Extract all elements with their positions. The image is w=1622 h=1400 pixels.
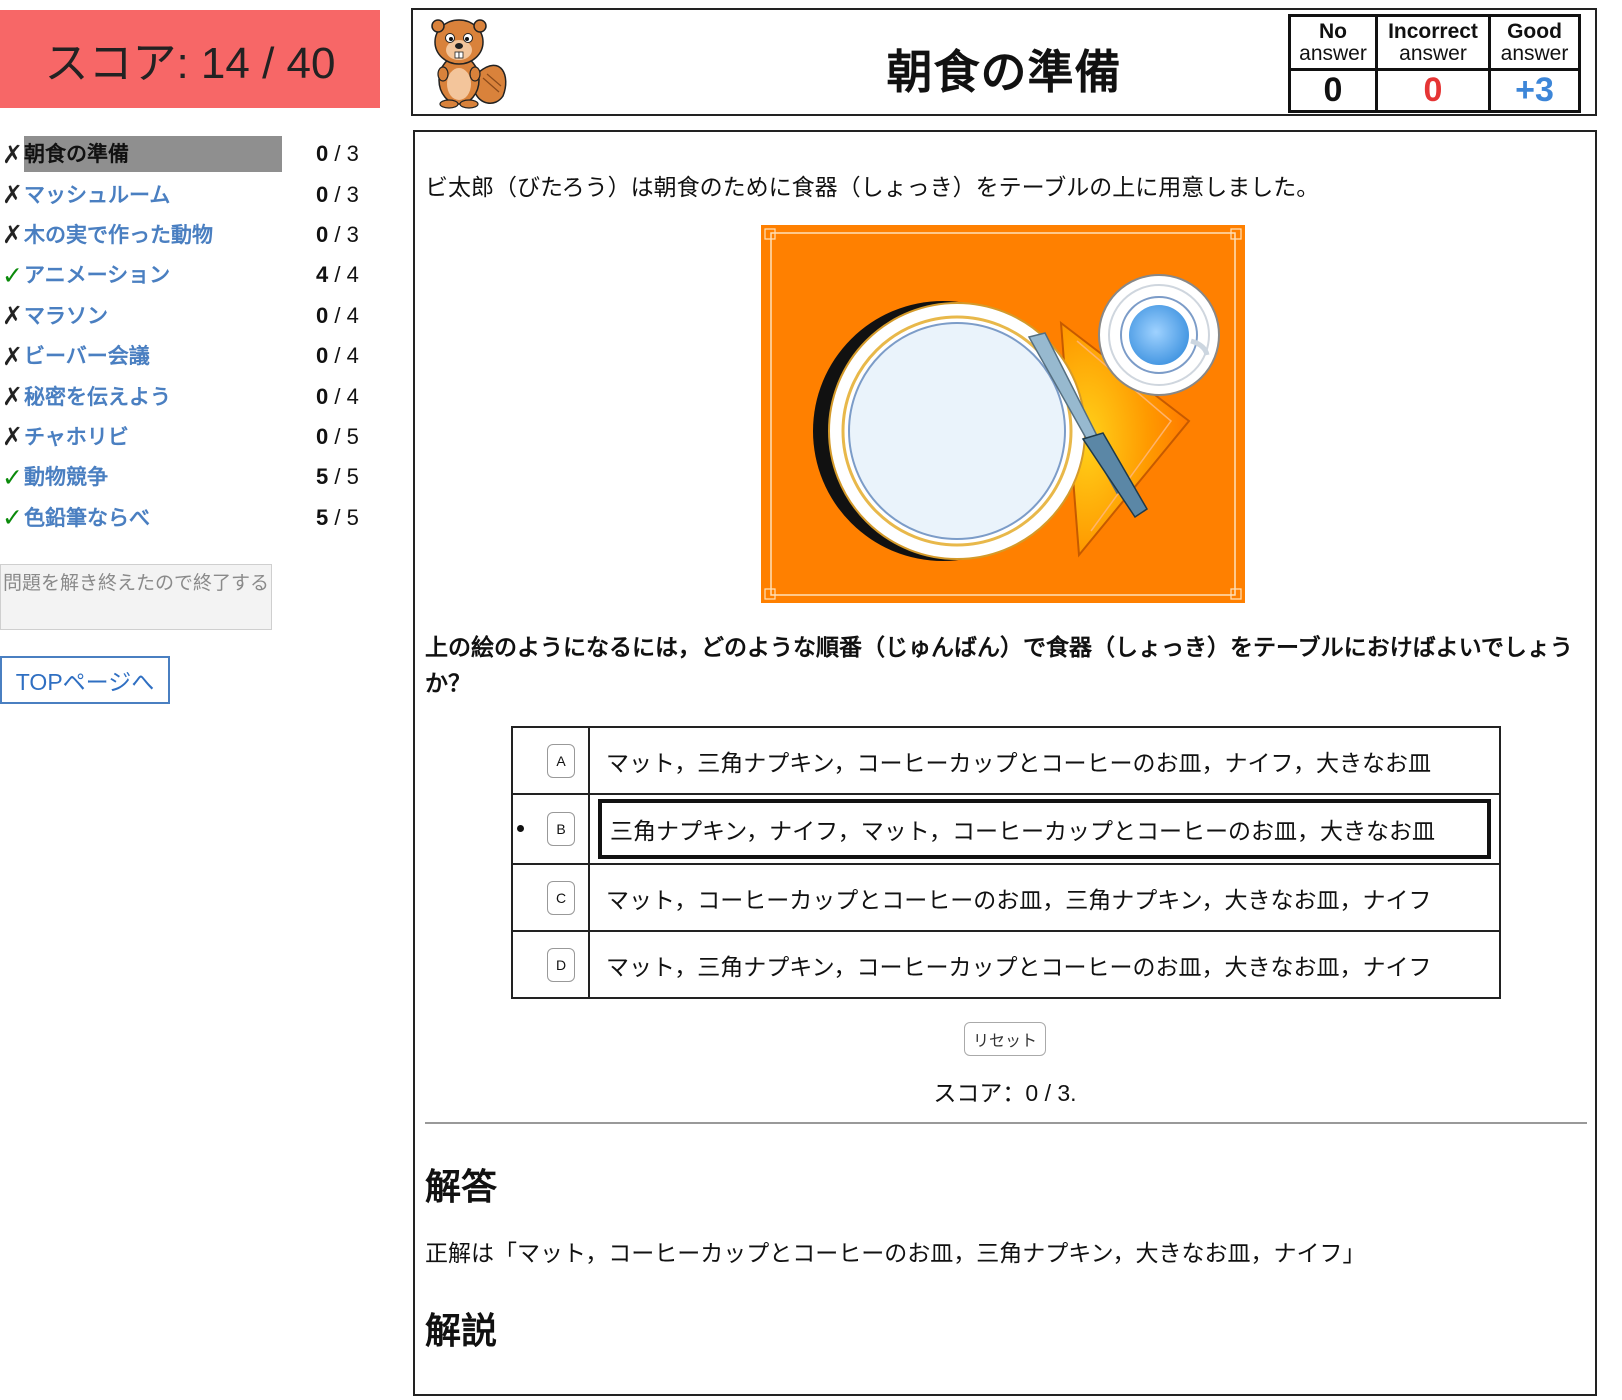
task-score: 0 / 3: [316, 181, 359, 207]
task-name[interactable]: 秘密を伝えよう: [24, 379, 282, 415]
task-score: 0 / 3: [316, 141, 359, 167]
task-name[interactable]: 色鉛筆ならべ: [24, 500, 282, 536]
task-panel: ビ太郎（びたろう）は朝食のために食器（しょっき）をテーブルの上に用意しました。: [413, 130, 1597, 1396]
choice-text-d[interactable]: マット，三角ナプキン，コーヒーカップとコーヒーのお皿，大きなお皿，ナイフ: [588, 930, 1501, 999]
question-text: 上の絵のようになるには，どのような順番（じゅんばん）で食器（しょっき）をテーブル…: [425, 635, 1573, 697]
good-answer-points: +3: [1488, 68, 1581, 113]
task-item-6[interactable]: ✗ ビーバー会議 0 / 4: [0, 336, 380, 376]
total-score-box: スコア: 14 / 40: [0, 10, 380, 108]
total-score-label: スコア: 14 / 40: [44, 39, 336, 88]
task-item-2[interactable]: ✗ マッシュルーム 0 / 3: [0, 174, 380, 214]
answer-heading: 解答: [425, 1167, 498, 1208]
good-answer-header: Good answer: [1488, 14, 1581, 71]
task-name[interactable]: マラソン: [24, 298, 282, 334]
task-item-5[interactable]: ✗ マラソン 0 / 4: [0, 296, 380, 336]
task-list: ✗ 朝食の準備 0 / 3 ✗ マッシュルーム 0 / 3 ✗ 木の実で作った動…: [0, 134, 380, 538]
cross-mark-icon: ✗: [2, 139, 23, 169]
choice-key-a[interactable]: A: [547, 743, 575, 778]
cross-mark-icon: ✗: [2, 382, 23, 412]
task-score: 0 / 3: [316, 221, 359, 247]
task-name[interactable]: ビーバー会議: [24, 338, 282, 374]
task-score: 5 / 5: [316, 464, 359, 490]
task-name[interactable]: マッシュルーム: [24, 177, 282, 213]
task-score-text: スコア：0 / 3.: [933, 1080, 1077, 1106]
task-name[interactable]: 木の実で作った動物: [24, 217, 282, 253]
task-item-10[interactable]: ✓ 色鉛筆ならべ 5 / 5: [0, 498, 380, 538]
finish-button[interactable]: 問題を解き終えたので終了する: [0, 564, 272, 630]
task-item-8[interactable]: ✗ チャホリビ 0 / 5: [0, 417, 380, 457]
no-answer-points: 0: [1288, 68, 1378, 113]
task-item-7[interactable]: ✗ 秘密を伝えよう 0 / 4: [0, 376, 380, 416]
cross-mark-icon: ✗: [2, 301, 23, 331]
choice-text-c[interactable]: マット，コーヒーカップとコーヒーのお皿，三角ナプキン，大きなお皿，ナイフ: [588, 863, 1501, 932]
incorrect-answer-points: 0: [1375, 68, 1491, 113]
task-score: 0 / 4: [316, 343, 359, 369]
section-divider: [425, 1122, 1587, 1124]
choice-text-a[interactable]: マット，三角ナプキン，コーヒーカップとコーヒーのお皿，ナイフ，大きなお皿: [588, 726, 1501, 795]
choice-text-b-selected[interactable]: 三角ナプキン，ナイフ，マット，コーヒーカップとコーヒーのお皿，大きなお皿: [598, 799, 1491, 859]
choice-row-d[interactable]: D マット，三角ナプキン，コーヒーカップとコーヒーのお皿，大きなお皿，ナイフ: [511, 930, 1501, 999]
check-mark-icon: ✓: [2, 503, 23, 533]
choice-key-b[interactable]: B: [547, 812, 575, 846]
task-score: 4 / 4: [316, 262, 359, 288]
top-page-link[interactable]: TOPページへ: [0, 656, 170, 704]
task-item-3[interactable]: ✗ 木の実で作った動物 0 / 3: [0, 215, 380, 255]
task-score: 0 / 5: [316, 423, 359, 449]
task-score: 0 / 4: [316, 302, 359, 328]
task-header: 朝食の準備 No answer Incorrect answer Good answe…: [411, 8, 1597, 116]
choice-row-a[interactable]: A マット，三角ナプキン，コーヒーカップとコーヒーのお皿，ナイフ，大きなお皿: [511, 726, 1501, 795]
task-item-4[interactable]: ✓ アニメーション 4 / 4: [0, 255, 380, 295]
choice-row-b[interactable]: B 三角ナプキン，ナイフ，マット，コーヒーカップとコーヒーのお皿，大きなお皿: [511, 793, 1501, 865]
task-name[interactable]: 朝食の準備: [24, 136, 282, 173]
task-item-9[interactable]: ✓ 動物競争 5 / 5: [0, 457, 380, 497]
task-score: 0 / 4: [316, 383, 359, 409]
task-item-1[interactable]: ✗ 朝食の準備 0 / 3: [0, 134, 380, 174]
check-mark-icon: ✓: [2, 260, 23, 290]
answer-text: 正解は「マット，コーヒーカップとコーヒーのお皿，三角ナプキン，大きなお皿，ナイフ…: [425, 1241, 1366, 1267]
cross-mark-icon: ✗: [2, 180, 23, 210]
explanation-heading: 解説: [425, 1311, 498, 1352]
task-score: 5 / 5: [316, 504, 359, 530]
incorrect-answer-header: Incorrect answer: [1375, 14, 1491, 71]
breakfast-table-illustration: [761, 225, 1245, 603]
scoring-table: No answer Incorrect answer Good answer 0 0 …: [1288, 14, 1581, 113]
choice-key-d[interactable]: D: [547, 947, 575, 982]
selected-bullet-icon: [517, 825, 524, 832]
task-intro: ビ太郎（びたろう）は朝食のために食器（しょっき）をテーブルの上に用意しました。: [425, 175, 1320, 201]
cross-mark-icon: ✗: [2, 422, 23, 452]
no-answer-header: No answer: [1288, 14, 1378, 71]
answer-choices: A マット，三角ナプキン，コーヒーカップとコーヒーのお皿，ナイフ，大きなお皿 B…: [511, 726, 1501, 999]
task-name[interactable]: チャホリビ: [24, 419, 282, 455]
check-mark-icon: ✓: [2, 462, 23, 492]
choice-row-c[interactable]: C マット，コーヒーカップとコーヒーのお皿，三角ナプキン，大きなお皿，ナイフ: [511, 863, 1501, 932]
choice-key-c[interactable]: C: [547, 880, 575, 915]
cross-mark-icon: ✗: [2, 220, 23, 250]
task-name[interactable]: アニメーション: [24, 257, 282, 293]
cross-mark-icon: ✗: [2, 341, 23, 371]
reset-button[interactable]: リセット: [964, 1022, 1046, 1056]
task-name[interactable]: 動物競争: [24, 459, 282, 495]
